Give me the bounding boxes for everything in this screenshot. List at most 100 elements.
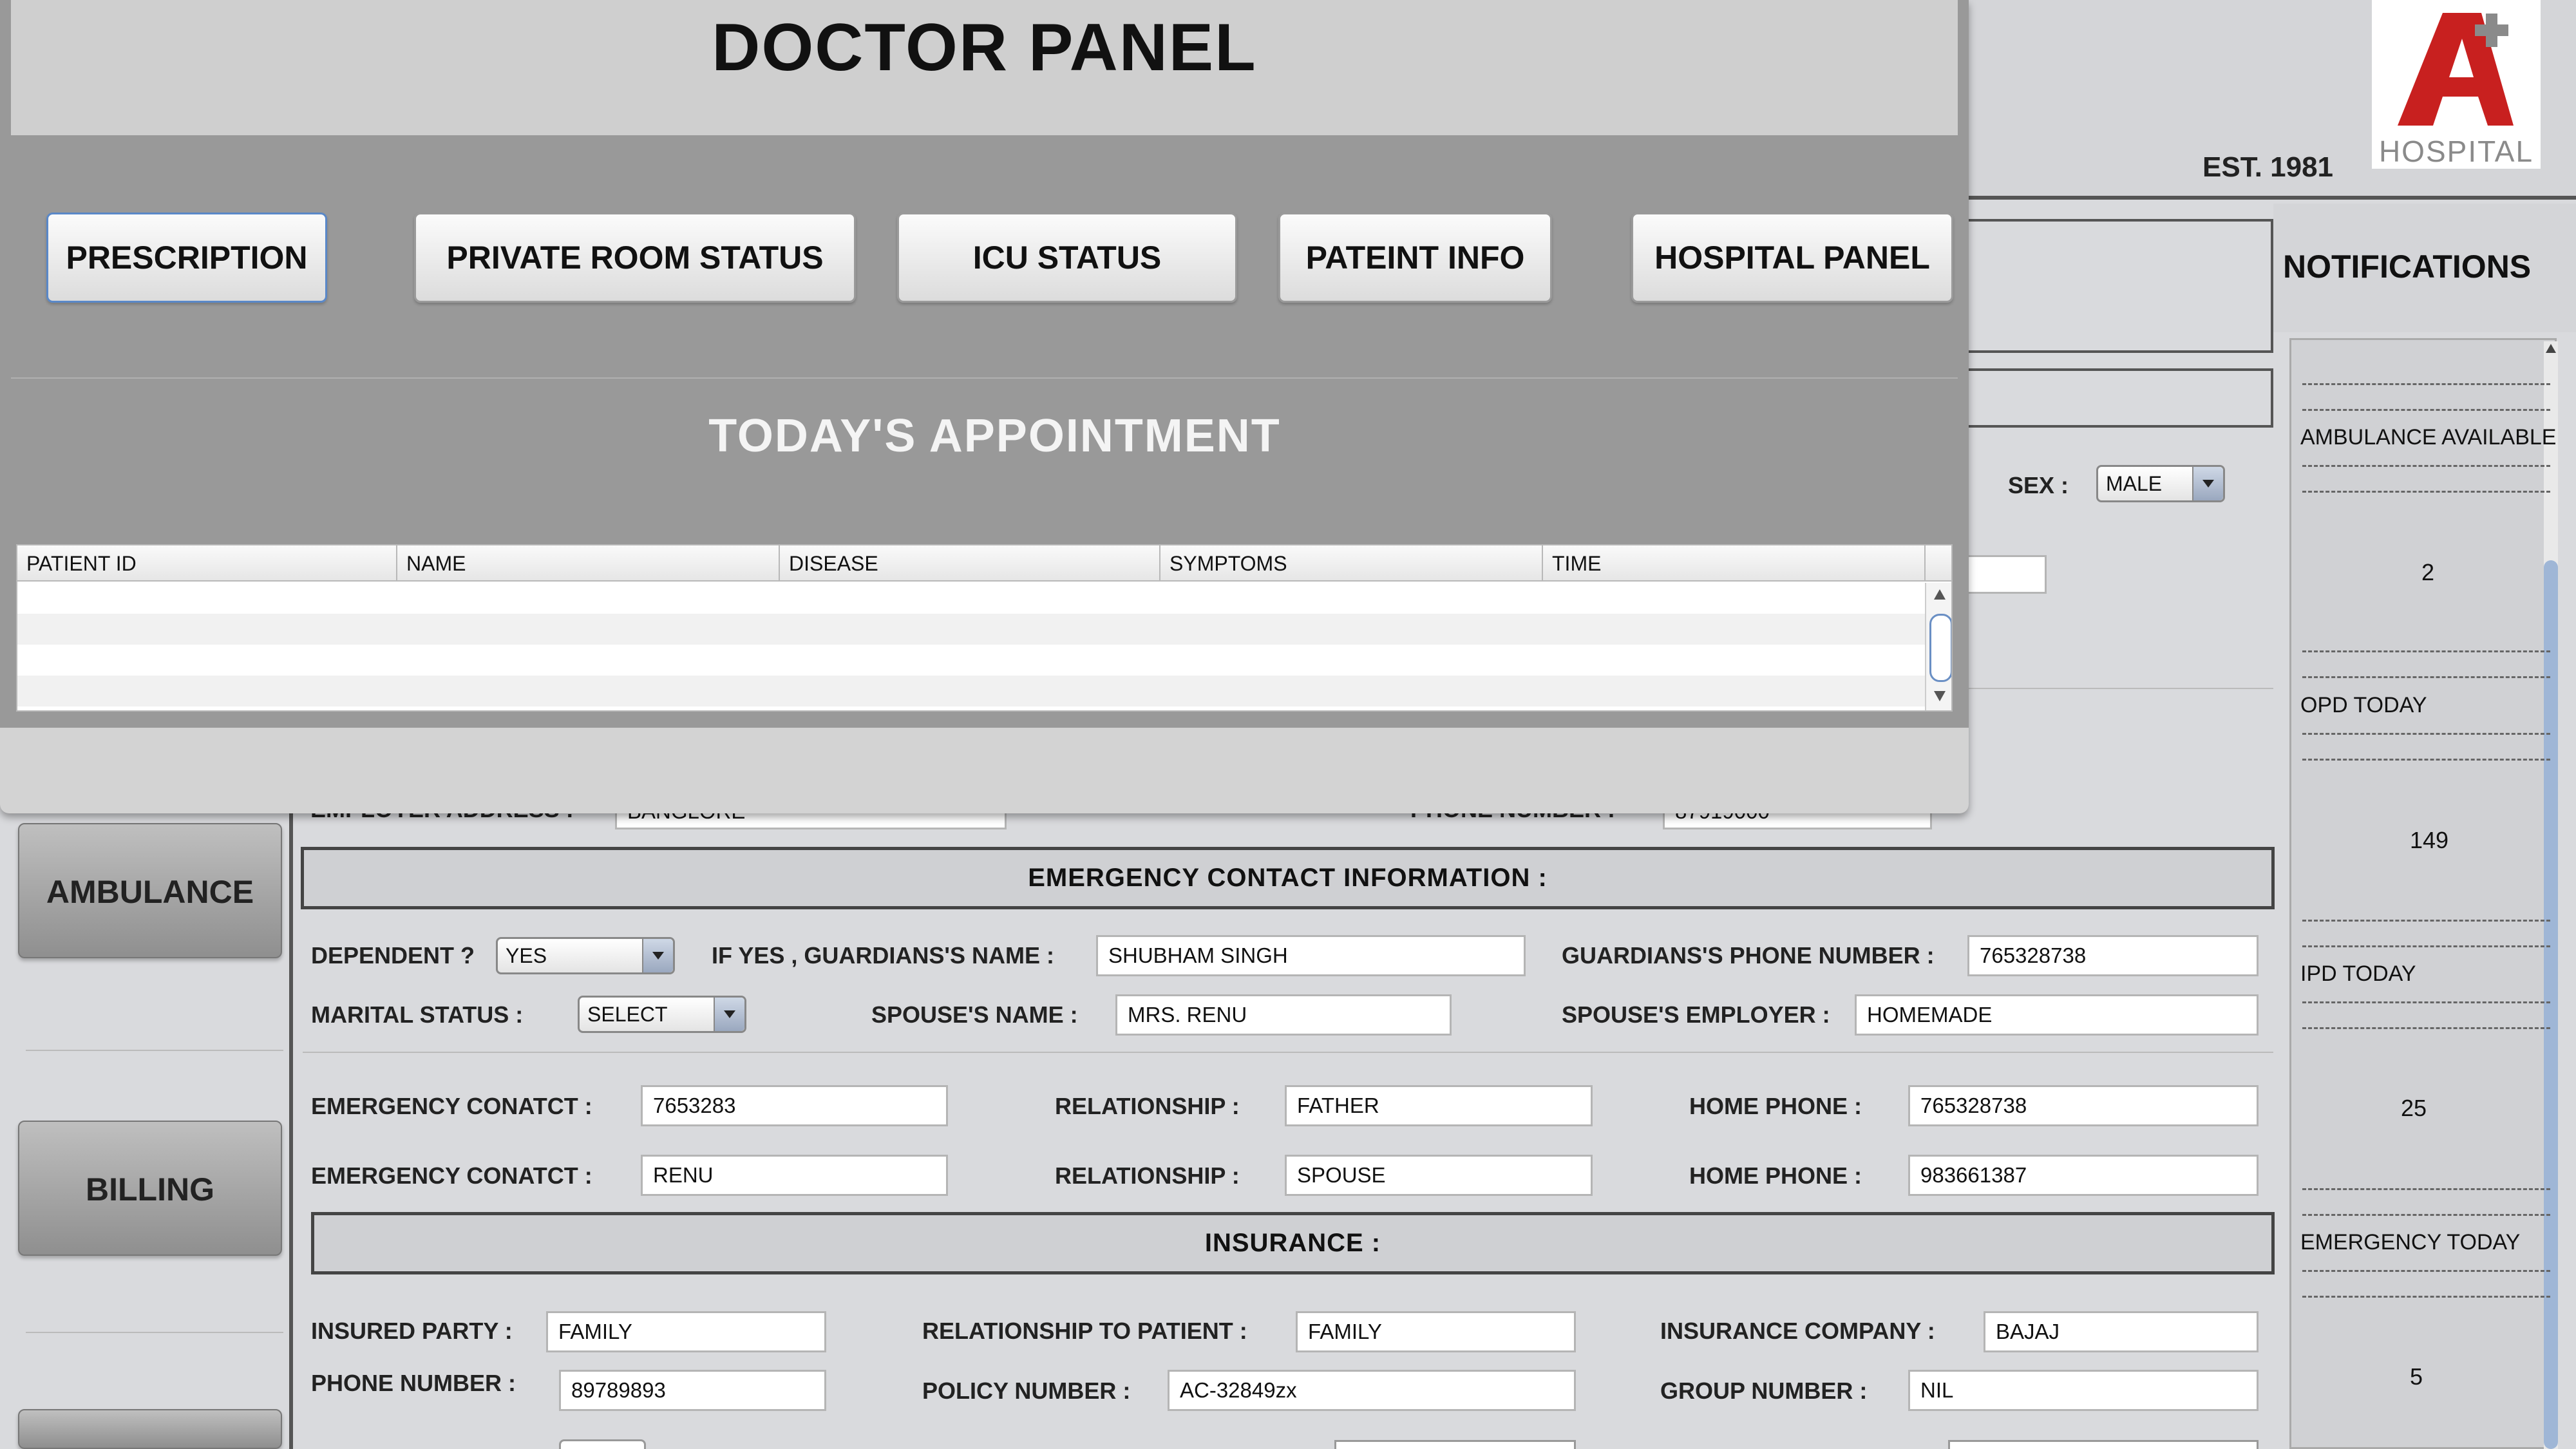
- hospital-panel-button[interactable]: HOSPITAL PANEL: [1631, 213, 1953, 303]
- rel-patient-field[interactable]: FAMILY: [1296, 1311, 1576, 1352]
- partial-control-2[interactable]: [1334, 1440, 1576, 1449]
- col-time[interactable]: TIME: [1543, 545, 1926, 582]
- home-phone-1-field[interactable]: 765328738: [1908, 1085, 2259, 1126]
- col-patient-id[interactable]: PATIENT ID: [17, 545, 397, 582]
- scroll-thumb[interactable]: [1929, 614, 1951, 682]
- appointments-table: PATIENT ID NAME DISEASE SYMPTOMS TIME: [16, 544, 1953, 712]
- group-number-label: GROUP NUMBER :: [1660, 1378, 1868, 1404]
- relationship-2-label: RELATIONSHIP :: [1055, 1162, 1240, 1189]
- notifications-title: NOTIFICATIONS: [2283, 249, 2532, 285]
- home-phone-1-label: HOME PHONE :: [1689, 1093, 1862, 1119]
- spouse-employer-field[interactable]: HOMEMADE: [1855, 994, 2259, 1036]
- insured-party-label: INSURED PARTY :: [311, 1318, 513, 1344]
- insured-party-value: FAMILY: [558, 1320, 632, 1343]
- col-symptoms[interactable]: SYMPTOMS: [1160, 545, 1543, 582]
- col-disease[interactable]: DISEASE: [780, 545, 1160, 582]
- table-row[interactable]: [17, 583, 1925, 614]
- table-row[interactable]: [17, 645, 1925, 676]
- billing-button[interactable]: BILLING: [18, 1121, 282, 1256]
- col-name[interactable]: NAME: [397, 545, 780, 582]
- chevron-down-icon[interactable]: [714, 998, 744, 1031]
- form-divider: [1932, 688, 2273, 689]
- notif-emergency-label: EMERGENCY TODAY: [2300, 1230, 2521, 1255]
- marital-select[interactable]: SELECT: [578, 996, 746, 1033]
- table-header: PATIENT ID NAME DISEASE SYMPTOMS TIME: [17, 545, 1951, 582]
- phone-number-field[interactable]: 89789893: [559, 1370, 826, 1411]
- est-label: EST. 1981: [2202, 151, 2334, 183]
- notif-ipd-value: 25: [2401, 1095, 2427, 1121]
- sidebar-button-partial[interactable]: [18, 1409, 282, 1449]
- notif-opd-value: 149: [2410, 827, 2449, 853]
- insurance-section-header: INSURANCE :: [311, 1212, 2275, 1274]
- table-scrollbar[interactable]: [1925, 583, 1951, 710]
- notifications-scrollbar[interactable]: [2544, 341, 2558, 1449]
- guardian-name-label: IF YES , GUARDIANS'S NAME :: [712, 942, 1054, 969]
- sex-select[interactable]: MALE: [2096, 465, 2225, 502]
- policy-number-value: AC-32849zx: [1180, 1378, 1297, 1402]
- prescription-button[interactable]: PRESCRIPTION: [46, 213, 327, 303]
- group-number-field[interactable]: NIL: [1908, 1370, 2259, 1411]
- scroll-down-icon[interactable]: [1934, 691, 1946, 701]
- notifications-list: [2289, 338, 2557, 1449]
- chevron-down-icon[interactable]: [642, 939, 673, 972]
- notif-ambulance-label: AMBULANCE AVAILABLE: [2300, 425, 2557, 450]
- scroll-up-icon[interactable]: [2546, 344, 2556, 353]
- emergency-contact-1-field[interactable]: 7653283: [641, 1085, 948, 1126]
- logo-name: HOSPITAL: [2378, 135, 2534, 168]
- emergency-contact-2-field[interactable]: RENU: [641, 1155, 948, 1196]
- insured-party-field[interactable]: FAMILY: [546, 1311, 826, 1352]
- insurance-company-value: BAJAJ: [1996, 1320, 2060, 1343]
- ambulance-button[interactable]: AMBULANCE: [18, 823, 282, 958]
- appointments-title: TODAY'S APPOINTMENT: [708, 410, 1281, 462]
- guardian-phone-field[interactable]: 765328738: [1967, 935, 2259, 976]
- scroll-thumb[interactable]: [2544, 560, 2558, 1449]
- phone-number-label: PHONE NUMBER :: [311, 1370, 516, 1396]
- logo-sub: AMC: [2445, 106, 2479, 123]
- sex-select-value: MALE: [2106, 472, 2163, 495]
- guardian-name-value: SHUBHAM SINGH: [1108, 943, 1288, 967]
- emergency-contact-1-value: 7653283: [653, 1094, 736, 1117]
- relationship-2-value: SPOUSE: [1297, 1163, 1386, 1187]
- relationship-1-label: RELATIONSHIP :: [1055, 1093, 1240, 1119]
- notif-emergency-value: 5: [2410, 1363, 2423, 1390]
- table-row[interactable]: [17, 676, 1925, 706]
- panel-divider: [11, 377, 1958, 379]
- relationship-1-value: FATHER: [1297, 1094, 1379, 1117]
- spouse-name-value: MRS. RENU: [1128, 1003, 1247, 1027]
- marital-label: MARITAL STATUS :: [311, 1001, 524, 1028]
- spouse-employer-label: SPOUSE'S EMPLOYER :: [1562, 1001, 1830, 1028]
- scroll-up-icon[interactable]: [1934, 589, 1946, 600]
- spouse-name-field[interactable]: MRS. RENU: [1115, 994, 1452, 1036]
- home-phone-2-label: HOME PHONE :: [1689, 1162, 1862, 1189]
- partial-control-3[interactable]: [1948, 1440, 2259, 1449]
- policy-number-field[interactable]: AC-32849zx: [1168, 1370, 1576, 1411]
- hospital-logo: AMC HOSPITAL: [2372, 0, 2541, 169]
- guardian-name-field[interactable]: SHUBHAM SINGH: [1096, 935, 1526, 976]
- table-row[interactable]: [17, 614, 1925, 645]
- insurance-company-field[interactable]: BAJAJ: [1984, 1311, 2259, 1352]
- chevron-down-icon[interactable]: [2192, 467, 2223, 500]
- partial-control-1[interactable]: [559, 1439, 646, 1449]
- row-divider: [303, 1052, 2273, 1053]
- marital-select-value: SELECT: [587, 1003, 668, 1026]
- home-phone-1-value: 765328738: [1920, 1094, 2027, 1117]
- dependent-label: DEPENDENT ?: [311, 942, 475, 969]
- emergency-contact-2-value: RENU: [653, 1163, 714, 1187]
- private-room-status-button[interactable]: PRIVATE ROOM STATUS: [414, 213, 856, 303]
- notif-ipd-label: IPD TODAY: [2300, 961, 2416, 986]
- patient-info-button[interactable]: PATEINT INFO: [1278, 213, 1552, 303]
- spouse-name-label: SPOUSE'S NAME :: [871, 1001, 1078, 1028]
- rel-patient-label: RELATIONSHIP TO PATIENT :: [922, 1318, 1247, 1344]
- notif-ambulance-value: 2: [2421, 559, 2435, 585]
- dependent-select-value: YES: [506, 944, 547, 967]
- relationship-1-field[interactable]: FATHER: [1285, 1085, 1593, 1126]
- insurance-company-label: INSURANCE COMPANY :: [1660, 1318, 1935, 1344]
- doctor-panel-window: DOCTOR PANEL PRESCRIPTION PRIVATE ROOM S…: [0, 0, 1969, 813]
- guardian-phone-value: 765328738: [1980, 943, 2087, 967]
- home-phone-2-field[interactable]: 983661387: [1908, 1155, 2259, 1196]
- emergency-contact-1-label: EMERGENCY CONATCT :: [311, 1093, 592, 1119]
- doctor-panel-footer: [0, 728, 1969, 813]
- relationship-2-field[interactable]: SPOUSE: [1285, 1155, 1593, 1196]
- dependent-select[interactable]: YES: [496, 937, 675, 974]
- icu-status-button[interactable]: ICU STATUS: [897, 213, 1237, 303]
